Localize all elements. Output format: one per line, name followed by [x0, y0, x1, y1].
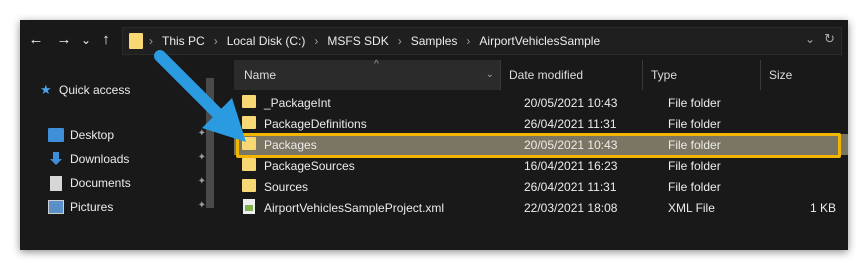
- sidebar-item-documents[interactable]: Documents ✦: [48, 172, 216, 194]
- xml-file-icon: [243, 199, 255, 214]
- file-type: XML File: [668, 201, 715, 215]
- up-arrow-icon[interactable]: ↑: [96, 30, 116, 50]
- file-row-project-xml[interactable]: AirportVehiclesSampleProject.xml 22/03/2…: [234, 197, 848, 218]
- sidebar-item-pictures[interactable]: Pictures ✦: [48, 196, 216, 218]
- file-date: 26/04/2021 11:31: [524, 117, 617, 131]
- sidebar-item-label: Downloads: [70, 152, 130, 166]
- sidebar-scrollbar[interactable]: [206, 78, 214, 208]
- chevron-down-icon[interactable]: ⌄: [486, 60, 494, 90]
- breadcrumb-separator[interactable]: ›: [398, 34, 402, 48]
- file-date: 20/05/2021 10:43: [524, 138, 618, 152]
- column-header-type[interactable]: Type: [642, 60, 760, 90]
- desktop-icon: [48, 128, 64, 142]
- star-icon: ★: [40, 82, 52, 97]
- breadcrumb-separator[interactable]: ›: [466, 34, 470, 48]
- recent-locations-icon[interactable]: ⌄: [76, 30, 96, 50]
- file-list: ^ Name ⌄ Date modified Type Size _Packag…: [220, 59, 848, 250]
- file-row-packagesources[interactable]: PackageSources 16/04/2021 16:23 File fol…: [234, 155, 848, 176]
- column-header-label: Name: [244, 68, 277, 82]
- file-name: Sources: [264, 180, 309, 194]
- refresh-icon[interactable]: ↻: [824, 31, 835, 47]
- file-row-sources[interactable]: Sources 26/04/2021 11:31 File folder: [234, 176, 848, 197]
- file-date: 22/03/2021 18:08: [524, 201, 618, 215]
- breadcrumb-local-disk[interactable]: Local Disk (C:): [227, 34, 306, 48]
- file-date: 20/05/2021 10:43: [524, 96, 618, 110]
- breadcrumb-this-pc[interactable]: This PC: [162, 34, 205, 48]
- folder-icon: [242, 179, 256, 192]
- breadcrumb-separator[interactable]: ›: [314, 34, 318, 48]
- sort-ascending-icon: ^: [374, 59, 379, 70]
- folder-icon: [242, 137, 256, 150]
- sidebar-item-desktop[interactable]: Desktop ✦: [48, 124, 216, 146]
- file-explorer-window: ← → ⌄ ↑ › This PC › Local Disk (C:) › MS…: [20, 20, 848, 250]
- sidebar-item-quick-access[interactable]: ★ Quick access: [40, 82, 130, 98]
- file-name: PackageSources: [264, 159, 355, 173]
- file-row-packagedefinitions[interactable]: PackageDefinitions 26/04/2021 11:31 File…: [234, 113, 848, 134]
- pin-icon[interactable]: ✦: [198, 200, 206, 211]
- column-header-row: ^ Name ⌄ Date modified Type Size: [220, 59, 848, 90]
- documents-icon: [50, 175, 62, 191]
- chevron-down-icon[interactable]: ⌄: [805, 32, 815, 46]
- sidebar-item-label: Documents: [70, 176, 131, 190]
- column-header-label: Date modified: [509, 68, 584, 82]
- file-size: 1 KB: [809, 201, 836, 215]
- file-type: File folder: [668, 180, 721, 194]
- file-name: PackageDefinitions: [264, 117, 367, 131]
- sidebar-item-label: Pictures: [70, 200, 114, 214]
- file-type: File folder: [668, 138, 721, 152]
- file-row-packages[interactable]: Packages 20/05/2021 10:43 File folder: [234, 134, 848, 155]
- sidebar-item-label: Quick access: [59, 83, 131, 97]
- folder-icon: [242, 95, 256, 108]
- breadcrumb-separator: ›: [149, 34, 153, 48]
- breadcrumb-msfs-sdk[interactable]: MSFS SDK: [327, 34, 388, 48]
- navigation-bar: ← → ⌄ ↑ › This PC › Local Disk (C:) › MS…: [20, 20, 848, 60]
- folder-icon: [129, 33, 143, 49]
- downloads-icon: [48, 152, 64, 166]
- address-bar[interactable]: › This PC › Local Disk (C:) › MSFS SDK ›…: [122, 27, 842, 55]
- column-header-date-modified[interactable]: Date modified: [500, 60, 642, 90]
- breadcrumb-samples[interactable]: Samples: [411, 34, 458, 48]
- column-header-label: Size: [769, 68, 793, 82]
- sidebar-item-downloads[interactable]: Downloads ✦: [48, 148, 216, 170]
- file-name: _PackageInt: [264, 96, 331, 110]
- file-row-packageint[interactable]: _PackageInt 20/05/2021 10:43 File folder: [234, 92, 848, 113]
- back-arrow-icon[interactable]: ←: [26, 30, 46, 50]
- file-type: File folder: [668, 159, 721, 173]
- pin-icon[interactable]: ✦: [198, 176, 206, 187]
- breadcrumb-airport-vehicles-sample[interactable]: AirportVehiclesSample: [479, 34, 600, 48]
- file-type: File folder: [668, 96, 721, 110]
- forward-arrow-icon[interactable]: →: [54, 30, 74, 50]
- sidebar-item-label: Desktop: [70, 128, 115, 142]
- column-header-name[interactable]: ^ Name ⌄: [234, 59, 500, 90]
- file-type: File folder: [668, 117, 721, 131]
- breadcrumb-separator[interactable]: ›: [214, 34, 218, 48]
- file-name: AirportVehiclesSampleProject.xml: [264, 201, 445, 215]
- pictures-icon: [48, 200, 64, 214]
- file-date: 16/04/2021 16:23: [524, 159, 618, 173]
- folder-icon: [242, 116, 256, 129]
- folder-icon: [242, 158, 256, 171]
- navigation-pane: ★ Quick access Desktop ✦ Downloads ✦ Doc…: [20, 60, 216, 250]
- file-date: 26/04/2021 11:31: [524, 180, 617, 194]
- pin-icon[interactable]: ✦: [198, 128, 206, 139]
- file-name: Packages: [264, 138, 317, 152]
- column-header-label: Type: [651, 68, 678, 82]
- pin-icon[interactable]: ✦: [198, 152, 206, 163]
- column-header-size[interactable]: Size: [760, 60, 848, 90]
